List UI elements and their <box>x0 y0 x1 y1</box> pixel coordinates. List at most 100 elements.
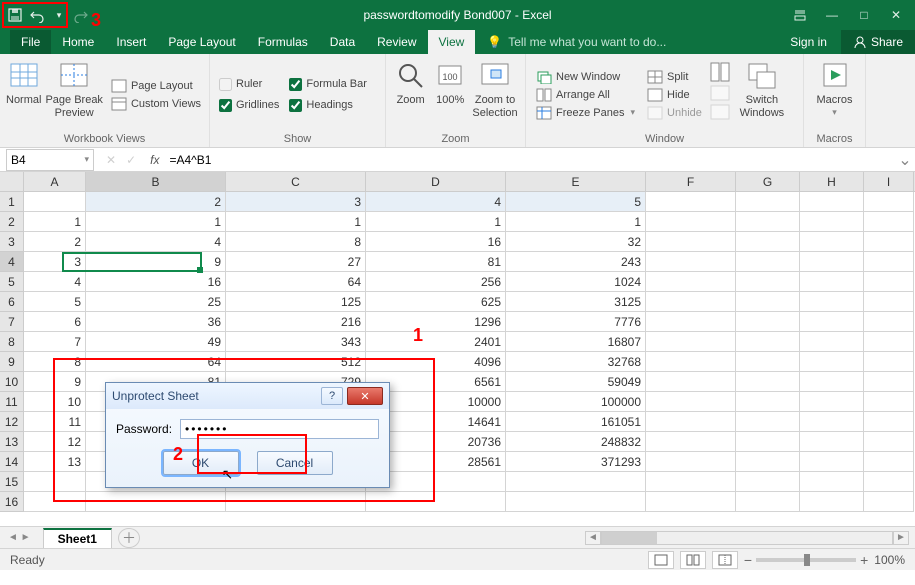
zoom-thumb[interactable] <box>804 554 810 566</box>
cancel-formula-icon[interactable]: ✕ <box>106 153 116 167</box>
cell[interactable] <box>736 392 800 412</box>
view-side-by-side-icon[interactable] <box>710 62 730 82</box>
minimize-button[interactable]: — <box>817 2 847 28</box>
cell[interactable]: 100000 <box>506 392 646 412</box>
cell[interactable] <box>736 432 800 452</box>
ruler-checkbox[interactable]: Ruler <box>216 77 282 92</box>
cell[interactable]: 7 <box>24 332 86 352</box>
row-header-6[interactable]: 6 <box>0 292 23 312</box>
cell[interactable]: 16 <box>86 272 226 292</box>
cell[interactable]: 64 <box>226 272 366 292</box>
cell[interactable] <box>24 492 86 512</box>
cell[interactable]: 256 <box>366 272 506 292</box>
name-box[interactable]: B4▾ <box>6 149 94 171</box>
row-header-3[interactable]: 3 <box>0 232 23 252</box>
cell[interactable]: 27 <box>226 252 366 272</box>
expand-formula-bar-icon[interactable]: ⌄ <box>895 150 915 170</box>
cell[interactable] <box>800 252 864 272</box>
hide-button[interactable]: Hide <box>643 87 706 103</box>
cell[interactable] <box>366 492 506 512</box>
headings-checkbox[interactable]: Headings <box>286 98 370 113</box>
cell[interactable]: 1 <box>506 212 646 232</box>
horizontal-scrollbar[interactable]: ◄ ► <box>585 530 915 546</box>
cell[interactable]: 4 <box>24 272 86 292</box>
cell[interactable] <box>646 492 736 512</box>
col-header-B[interactable]: B <box>86 172 226 191</box>
cell[interactable] <box>646 292 736 312</box>
cell[interactable]: 512 <box>226 352 366 372</box>
gridlines-checkbox[interactable]: Gridlines <box>216 98 282 113</box>
cell[interactable]: 11 <box>24 412 86 432</box>
cell[interactable]: 1 <box>226 212 366 232</box>
undo-icon[interactable] <box>28 6 46 24</box>
close-window-button[interactable]: ✕ <box>881 2 911 28</box>
cell[interactable] <box>800 372 864 392</box>
add-sheet-button[interactable]: ＋ <box>118 528 140 548</box>
maximize-button[interactable]: □ <box>849 2 879 28</box>
cell[interactable]: 10 <box>24 392 86 412</box>
cell[interactable]: 625 <box>366 292 506 312</box>
cell[interactable]: 7776 <box>506 312 646 332</box>
cell[interactable] <box>800 292 864 312</box>
macros-button[interactable]: Macros▾ <box>810 58 859 131</box>
tab-home[interactable]: Home <box>51 30 105 54</box>
cell[interactable]: 32768 <box>506 352 646 372</box>
cell[interactable] <box>736 272 800 292</box>
cell[interactable]: 12 <box>24 432 86 452</box>
custom-views-button[interactable]: Custom Views <box>107 96 205 112</box>
dialog-help-button[interactable]: ? <box>321 387 343 405</box>
cell[interactable] <box>736 212 800 232</box>
col-header-C[interactable]: C <box>226 172 366 191</box>
save-icon[interactable] <box>6 6 24 24</box>
cell[interactable]: 8 <box>24 352 86 372</box>
cell[interactable]: 371293 <box>506 452 646 472</box>
cell[interactable] <box>646 472 736 492</box>
col-header-F[interactable]: F <box>646 172 736 191</box>
cell[interactable] <box>646 392 736 412</box>
col-header-E[interactable]: E <box>506 172 646 191</box>
cell[interactable] <box>736 192 800 212</box>
share-button[interactable]: Share <box>841 30 915 54</box>
row-header-15[interactable]: 15 <box>0 472 23 492</box>
cell[interactable] <box>646 212 736 232</box>
freeze-panes-button[interactable]: Freeze Panes▾ <box>532 105 639 121</box>
tab-view[interactable]: View <box>428 30 476 54</box>
cell[interactable] <box>646 412 736 432</box>
row-header-9[interactable]: 9 <box>0 352 23 372</box>
row-header-10[interactable]: 10 <box>0 372 23 392</box>
fx-icon[interactable]: fx <box>144 153 165 167</box>
cell[interactable] <box>736 292 800 312</box>
cell[interactable] <box>864 452 914 472</box>
tab-file[interactable]: File <box>10 30 51 54</box>
tab-review[interactable]: Review <box>366 30 427 54</box>
password-input[interactable] <box>180 419 379 439</box>
row-header-12[interactable]: 12 <box>0 412 23 432</box>
cell[interactable]: 125 <box>226 292 366 312</box>
row-header-2[interactable]: 2 <box>0 212 23 232</box>
col-header-G[interactable]: G <box>736 172 800 191</box>
cell[interactable]: 59049 <box>506 372 646 392</box>
cell[interactable]: 4096 <box>366 352 506 372</box>
row-header-4[interactable]: 4 <box>0 252 23 272</box>
normal-view-status-button[interactable] <box>648 551 674 569</box>
split-button[interactable]: Split <box>643 69 706 85</box>
cell[interactable]: 1296 <box>366 312 506 332</box>
cell[interactable] <box>736 412 800 432</box>
cell[interactable] <box>86 492 226 512</box>
cell[interactable] <box>506 472 646 492</box>
cell[interactable]: 161051 <box>506 412 646 432</box>
cell[interactable] <box>800 272 864 292</box>
page-layout-button[interactable]: Page Layout <box>107 78 205 94</box>
cell[interactable] <box>646 192 736 212</box>
cell[interactable] <box>864 292 914 312</box>
cell[interactable]: 9 <box>86 252 226 272</box>
cell[interactable] <box>226 492 366 512</box>
cell[interactable] <box>800 412 864 432</box>
new-window-button[interactable]: New Window <box>532 69 639 85</box>
zoom-slider[interactable]: − + <box>744 552 868 568</box>
ribbon-display-options-icon[interactable] <box>785 2 815 28</box>
zoom-100-button[interactable]: 100100% <box>433 58 467 131</box>
arrange-all-button[interactable]: Arrange All <box>532 87 639 103</box>
cell[interactable] <box>736 252 800 272</box>
cell[interactable]: 36 <box>86 312 226 332</box>
